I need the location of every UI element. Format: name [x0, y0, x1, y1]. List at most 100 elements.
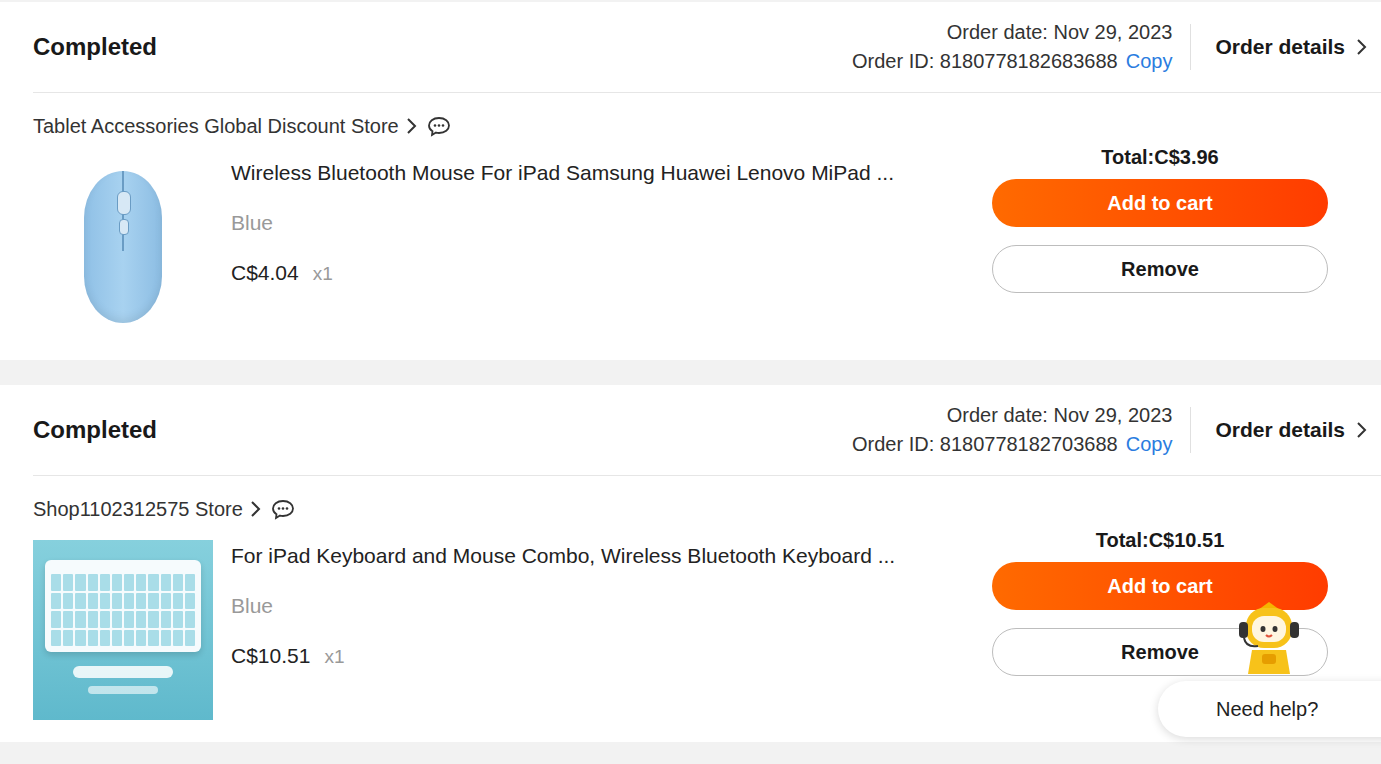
- key: [75, 630, 85, 647]
- order-id-line: Order ID: 8180778182683688 Copy: [852, 47, 1172, 76]
- key: [173, 630, 183, 647]
- store-row: Tablet Accessories Global Discount Store: [33, 93, 1381, 141]
- key: [136, 630, 146, 647]
- order-id: Order ID: 8180778182683688: [852, 50, 1118, 72]
- chat-bubble-icon: [271, 498, 295, 520]
- order-details-link[interactable]: Order details: [1215, 418, 1367, 442]
- product-price: C$10.51: [231, 644, 310, 667]
- key: [75, 574, 85, 591]
- key: [88, 574, 98, 591]
- button-label[interactable]: Add to cart: [1107, 575, 1213, 598]
- store-name[interactable]: Shop1102312575 Store: [33, 498, 243, 521]
- help-label[interactable]: Need help?: [1216, 698, 1318, 721]
- chat-button[interactable]: [271, 498, 295, 520]
- order-date: Order date: Nov 29, 2023: [852, 18, 1172, 47]
- key: [124, 630, 134, 647]
- copy-link[interactable]: Copy: [1126, 50, 1173, 72]
- order-details-label[interactable]: Order details: [1215, 418, 1345, 442]
- order-total: Total:C$3.96: [1101, 143, 1218, 171]
- key: [136, 574, 146, 591]
- chat-button[interactable]: [427, 115, 451, 137]
- order-details-link[interactable]: Order details: [1215, 35, 1367, 59]
- header-divider: [1190, 407, 1191, 453]
- add-to-cart-button[interactable]: Add to cart: [992, 179, 1328, 227]
- key: [63, 611, 73, 628]
- button-label[interactable]: Remove: [1121, 641, 1199, 664]
- chevron-right-icon: [249, 500, 261, 518]
- order-total: Total:C$10.51: [1096, 526, 1225, 554]
- key: [148, 574, 158, 591]
- help-assistant[interactable]: [1236, 600, 1302, 674]
- chat-bubble-icon: [427, 115, 451, 137]
- product-variant: Blue: [231, 590, 952, 622]
- keyboard-icon: [45, 560, 201, 652]
- copy-link[interactable]: Copy: [1126, 433, 1173, 455]
- key: [63, 574, 73, 591]
- order-status: Completed: [33, 416, 852, 444]
- order-meta: Order date: Nov 29, 2023Order ID: 818077…: [852, 18, 1172, 76]
- key: [173, 611, 183, 628]
- key: [136, 611, 146, 628]
- product-quantity: x1: [313, 263, 333, 284]
- key: [112, 593, 122, 610]
- key: [124, 593, 134, 610]
- key: [136, 593, 146, 610]
- key: [100, 611, 110, 628]
- mouse-button: [119, 219, 129, 235]
- key: [51, 630, 61, 647]
- product-title[interactable]: For iPad Keyboard and Mouse Combo, Wirel…: [231, 540, 952, 572]
- button-label[interactable]: Remove: [1121, 258, 1199, 281]
- store-link[interactable]: Tablet Accessories Global Discount Store: [33, 115, 417, 138]
- order-card: CompletedOrder date: Nov 29, 2023Order I…: [0, 2, 1381, 360]
- key: [63, 593, 73, 610]
- chevron-right-icon: [1355, 421, 1367, 439]
- key: [75, 611, 85, 628]
- product-image[interactable]: [33, 157, 213, 337]
- key: [124, 574, 134, 591]
- key: [51, 593, 61, 610]
- remove-button[interactable]: Remove: [992, 245, 1328, 293]
- store-name[interactable]: Tablet Accessories Global Discount Store: [33, 115, 399, 138]
- product-image[interactable]: [33, 540, 213, 720]
- key: [124, 611, 134, 628]
- key: [112, 611, 122, 628]
- header-divider: [1190, 24, 1191, 70]
- key: [185, 593, 195, 610]
- order-actions: Total:C$3.96 Add to cart Remove: [992, 143, 1328, 337]
- key: [112, 630, 122, 647]
- key: [100, 593, 110, 610]
- order-details-label[interactable]: Order details: [1215, 35, 1345, 59]
- button-label[interactable]: Add to cart: [1107, 192, 1213, 215]
- key: [185, 630, 195, 647]
- order-id-line: Order ID: 8180778182703688 Copy: [852, 430, 1172, 459]
- chevron-right-icon: [1355, 38, 1367, 56]
- label-bar: [73, 666, 173, 678]
- order-status: Completed: [33, 33, 852, 61]
- order-header: CompletedOrder date: Nov 29, 2023Order I…: [33, 2, 1381, 93]
- order-id: Order ID: 8180778182703688: [852, 433, 1118, 455]
- key: [148, 630, 158, 647]
- add-to-cart-button[interactable]: Add to cart: [992, 562, 1328, 610]
- key: [51, 574, 61, 591]
- order-header: CompletedOrder date: Nov 29, 2023Order I…: [33, 385, 1381, 476]
- key: [88, 630, 98, 647]
- key: [75, 593, 85, 610]
- product-title[interactable]: Wireless Bluetooth Mouse For iPad Samsun…: [231, 157, 952, 189]
- store-link[interactable]: Shop1102312575 Store: [33, 498, 261, 521]
- label-bar: [88, 686, 158, 694]
- order-list: CompletedOrder date: Nov 29, 2023Order I…: [0, 0, 1381, 742]
- key: [161, 630, 171, 647]
- key: [63, 630, 73, 647]
- key: [100, 574, 110, 591]
- key: [148, 611, 158, 628]
- chevron-right-icon: [405, 117, 417, 135]
- product-price-row: C$4.04x1: [231, 257, 952, 290]
- product-variant: Blue: [231, 207, 952, 239]
- store-row: Shop1102312575 Store: [33, 476, 1381, 524]
- key: [185, 611, 195, 628]
- key: [112, 574, 122, 591]
- key: [173, 574, 183, 591]
- key: [88, 611, 98, 628]
- help-bubble[interactable]: Need help?: [1158, 681, 1381, 737]
- product-info: For iPad Keyboard and Mouse Combo, Wirel…: [231, 540, 952, 720]
